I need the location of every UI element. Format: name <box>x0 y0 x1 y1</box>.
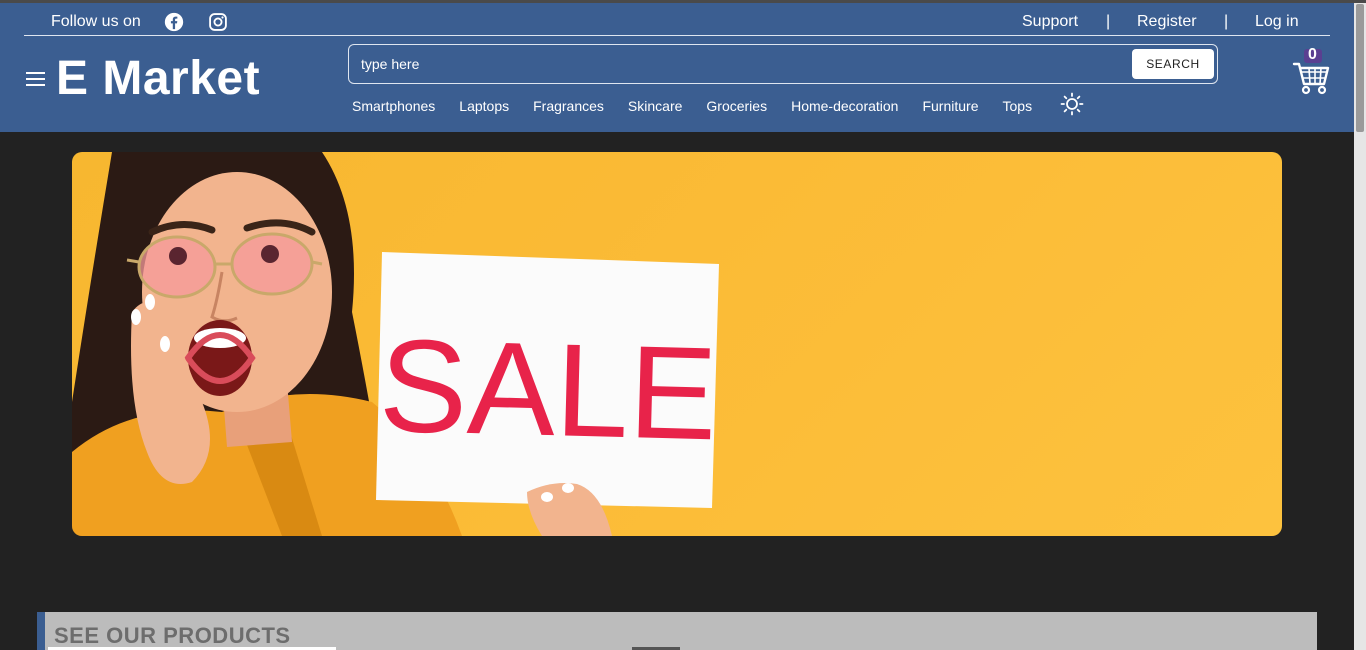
category-home-decoration[interactable]: Home-decoration <box>791 98 898 114</box>
search-input[interactable] <box>361 53 1121 75</box>
category-tops[interactable]: Tops <box>1003 98 1033 114</box>
section-accent <box>37 612 45 650</box>
search-bar: SEARCH <box>348 44 1218 84</box>
site-header: Follow us on Support | Register | Log in… <box>0 3 1354 132</box>
section-title: SEE OUR PRODUCTS <box>54 623 291 648</box>
site-logo[interactable]: E Market <box>56 51 260 107</box>
sale-banner-illustration: SALE <box>72 152 719 536</box>
scrollbar-thumb[interactable] <box>1356 4 1364 132</box>
cart-count-badge: 0 <box>1308 46 1317 63</box>
sale-banner[interactable]: SALE <box>72 152 1282 536</box>
register-link[interactable]: Register <box>1137 13 1197 31</box>
separator: | <box>1106 13 1111 30</box>
category-laptops[interactable]: Laptops <box>459 98 509 114</box>
category-furniture[interactable]: Furniture <box>922 98 978 114</box>
category-smartphones[interactable]: Smartphones <box>352 98 435 114</box>
category-fragrances[interactable]: Fragrances <box>533 98 604 114</box>
sale-sign-text: SALE <box>378 312 719 468</box>
support-link[interactable]: Support <box>1022 13 1078 31</box>
category-groceries[interactable]: Groceries <box>706 98 767 114</box>
top-bar: Follow us on Support | Register | Log in <box>24 3 1330 36</box>
login-link[interactable]: Log in <box>1255 13 1299 31</box>
facebook-icon[interactable] <box>164 12 184 32</box>
sun-icon[interactable] <box>1060 92 1084 116</box>
instagram-icon[interactable] <box>208 12 228 32</box>
separator: | <box>1224 13 1229 30</box>
menu-hamburger-icon[interactable] <box>26 72 46 88</box>
search-button[interactable]: SEARCH <box>1132 49 1214 79</box>
follow-us-text: Follow us on <box>51 13 141 30</box>
category-skincare[interactable]: Skincare <box>628 98 682 114</box>
category-nav: Smartphones Laptops Fragrances Skincare … <box>352 96 1056 116</box>
